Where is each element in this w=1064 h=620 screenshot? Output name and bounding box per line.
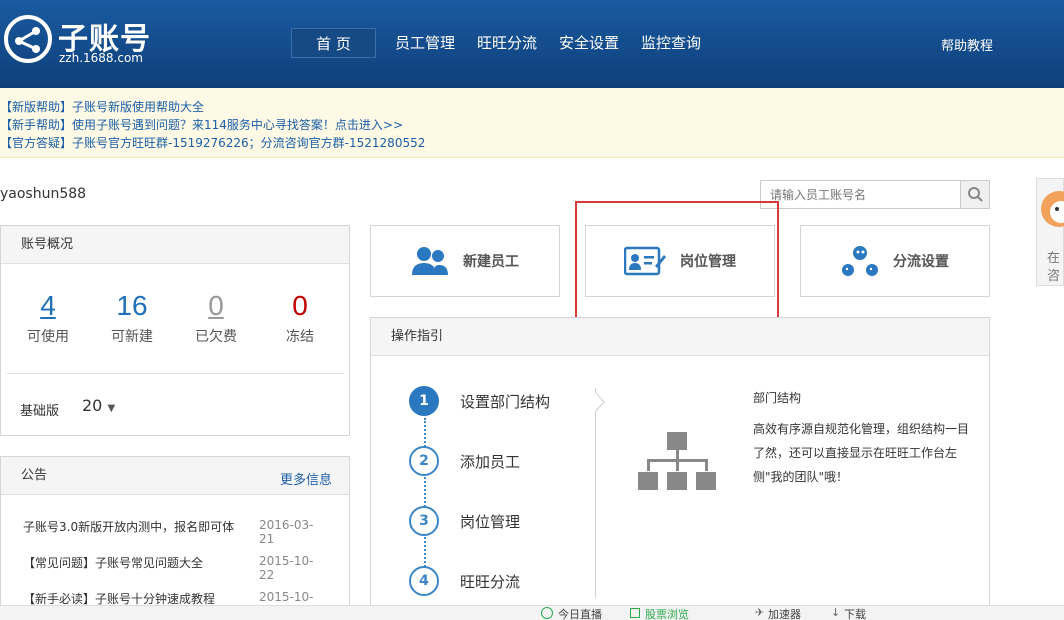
stat-overdue[interactable]: 0 已欠费	[186, 290, 246, 346]
org-chart-icon	[638, 432, 716, 490]
step-connector	[424, 418, 426, 590]
stat-value: 0	[292, 290, 308, 321]
online-help-widget[interactable]: 在 咨	[1036, 178, 1064, 286]
employee-search	[760, 180, 990, 209]
chevron-down-icon: ▼	[107, 403, 116, 414]
step-label-wangwang-split[interactable]: 旺旺分流	[460, 571, 520, 592]
logo-subtitle: zzh.1688.com	[59, 51, 143, 65]
nav-monitor-query[interactable]: 监控查询	[630, 28, 712, 58]
stat-label: 冻结	[286, 329, 314, 345]
stat-value: 16	[116, 290, 148, 321]
nav-wangwang-split[interactable]: 旺旺分流	[466, 28, 548, 58]
pointer-arrow-icon	[595, 392, 605, 412]
split-icon	[842, 246, 878, 276]
users-icon	[412, 247, 448, 275]
announcement-date: 2015-10-22	[259, 554, 314, 582]
stat-label: 可使用	[27, 329, 69, 345]
stat-label: 已欠费	[195, 329, 237, 345]
detail-line: 了然，还可以直接显示在旺旺工作台左	[753, 446, 958, 460]
stat-value: 4	[40, 290, 56, 321]
search-input[interactable]	[761, 181, 961, 208]
action-label: 新建员工	[463, 254, 519, 270]
step-number-3: 3	[409, 506, 439, 536]
plan-select[interactable]: 20 ▼	[82, 396, 115, 415]
step-number-2: 2	[409, 446, 439, 476]
stat-frozen: 0 冻结	[270, 290, 330, 346]
search-icon	[968, 187, 983, 202]
account-overview-title: 账号概况	[1, 226, 349, 264]
step-number-4: 4	[409, 566, 439, 596]
browser-status-bar: 今日直播 股票浏览 ✈ 加速器 ↓ 下载	[0, 605, 1064, 620]
plan-value: 20	[82, 396, 103, 415]
stat-value: 0	[208, 290, 224, 321]
page-root: 子账号 zzh.1688.com 首 页 员工管理 旺旺分流 安全设置 监控查询…	[0, 0, 1064, 620]
nav-home[interactable]: 首 页	[291, 28, 376, 58]
status-download[interactable]: 下载	[844, 606, 866, 620]
top-header: 子账号 zzh.1688.com 首 页 员工管理 旺旺分流 安全设置 监控查询…	[0, 0, 1064, 88]
step-label-add-employee[interactable]: 添加员工	[460, 451, 520, 472]
split-settings-button[interactable]: 分流设置	[800, 225, 990, 297]
new-employee-button[interactable]: 新建员工	[370, 225, 560, 297]
search-button[interactable]	[960, 181, 989, 208]
operation-guide-panel: 操作指引 1 设置部门结构 2 添加员工 3 岗位管理 4 旺旺分流 部门结构 …	[370, 317, 990, 612]
announcement-date: 2016-03-21	[259, 518, 314, 546]
stat-can-create: 16 可新建	[102, 290, 162, 346]
detail-line: 高效有序源自规范化管理，组织结构一目	[753, 422, 970, 436]
stat-label: 可新建	[111, 329, 153, 345]
more-info-link[interactable]: 更多信息	[280, 469, 332, 488]
nav-employee-management[interactable]: 员工管理	[384, 28, 466, 58]
notice-link-1[interactable]: 【新版帮助】子账号新版使用帮助大全	[0, 98, 204, 115]
widget-text-1: 在	[1047, 251, 1061, 266]
mascot-icon	[1041, 191, 1064, 227]
account-overview-panel: 账号概况 4 可使用 16 可新建 0 已欠费 0 冻结 基础版 20 ▼	[0, 225, 350, 436]
announcement-text: 子账号3.0新版开放内测中，报名即可体	[23, 520, 235, 534]
main-nav: 首 页 员工管理 旺旺分流 安全设置 监控查询	[291, 28, 712, 58]
username: yaoshun588	[0, 186, 87, 202]
notice-bar: 【新版帮助】子账号新版使用帮助大全 【新手帮助】使用子账号遇到问题？来114服务…	[0, 88, 1064, 158]
live-icon	[541, 607, 553, 619]
nav-security-settings[interactable]: 安全设置	[548, 28, 630, 58]
status-stock[interactable]: 股票浏览	[645, 606, 689, 620]
status-live[interactable]: 今日直播	[558, 606, 602, 620]
detail-title: 部门结构	[753, 391, 802, 405]
plan-label: 基础版	[20, 404, 60, 419]
status-accelerator[interactable]: 加速器	[768, 606, 801, 620]
stock-icon	[630, 608, 640, 618]
logo-icon[interactable]	[4, 15, 52, 63]
announcement-text: 【新手必读】子账号十分钟速成教程	[23, 592, 216, 606]
guide-divider	[595, 388, 596, 598]
step-number-1: 1	[409, 386, 439, 416]
highlight-box	[575, 201, 779, 320]
download-icon: ↓	[831, 606, 841, 619]
detail-line: 侧"我的团队"哦！	[753, 470, 849, 484]
announcement-row[interactable]: 子账号3.0新版开放内测中，报名即可体 2016-03-21	[23, 518, 323, 546]
announcement-text: 【常见问题】子账号常见问题大全	[23, 556, 204, 570]
widget-text-2: 咨	[1047, 269, 1061, 284]
help-tutorial-link[interactable]: 帮助教程	[941, 35, 993, 54]
accelerator-icon: ✈	[755, 606, 765, 619]
action-label: 分流设置	[893, 254, 949, 270]
announcement-row[interactable]: 【常见问题】子账号常见问题大全 2015-10-22	[23, 554, 323, 582]
step-label-position[interactable]: 岗位管理	[460, 511, 520, 532]
stat-available[interactable]: 4 可使用	[18, 290, 78, 346]
notice-link-3[interactable]: 【官方答疑】子账号官方旺旺群-1519276226；分流咨询官方群-152128…	[0, 134, 425, 151]
announcement-panel: 公告 更多信息 子账号3.0新版开放内测中，报名即可体 2016-03-21 【…	[0, 456, 350, 618]
divider	[7, 373, 344, 374]
notice-link-2[interactable]: 【新手帮助】使用子账号遇到问题？来114服务中心寻找答案！点击进入>>	[0, 116, 403, 133]
operation-guide-title: 操作指引	[371, 318, 989, 356]
step-label-department[interactable]: 设置部门结构	[460, 391, 550, 412]
